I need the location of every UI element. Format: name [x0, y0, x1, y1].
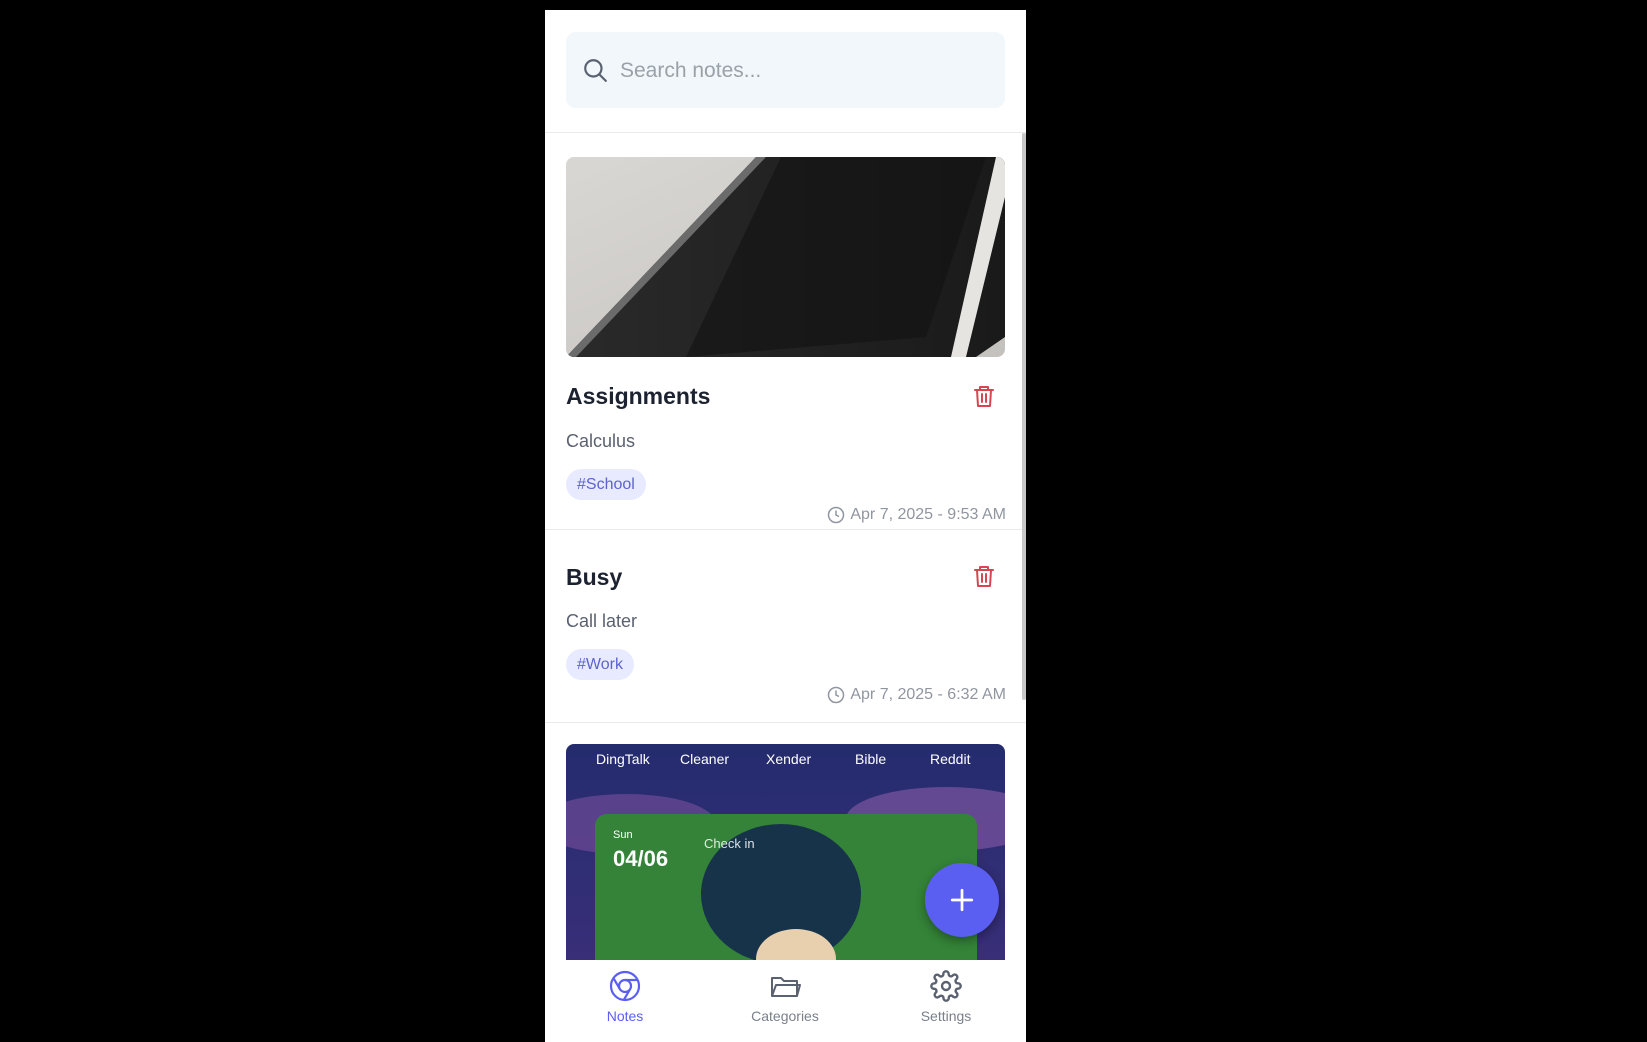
phone-screen: Assignments Calculus #School Apr 7, 2025…: [545, 10, 1026, 1042]
note-tag[interactable]: #Work: [566, 649, 634, 680]
note-title: Busy: [566, 564, 623, 590]
shot-widget-date: 04/06: [613, 846, 669, 871]
delete-icon[interactable]: [972, 564, 996, 588]
shot-widget-day: Sun: [613, 829, 633, 841]
nav-label: Settings: [920, 1008, 972, 1024]
delete-icon[interactable]: [972, 384, 996, 408]
clock-icon: [828, 506, 845, 524]
bottom-nav: Notes Categories Settings: [545, 960, 1026, 1042]
search-area: [545, 10, 1026, 133]
shot-app-label: DingTalk: [596, 751, 650, 767]
note-timestamp: Apr 7, 2025 - 6:32 AM: [827, 686, 1006, 704]
note-body: Calculus: [566, 431, 636, 451]
timestamp-text: Apr 7, 2025 - 6:32 AM: [850, 686, 1006, 703]
notes-list[interactable]: Assignments Calculus #School Apr 7, 2025…: [545, 133, 1026, 960]
note-body: Call later: [566, 611, 638, 631]
add-note-button[interactable]: [925, 863, 999, 937]
search-input[interactable]: [618, 50, 992, 92]
nav-label: Notes: [606, 1008, 644, 1024]
note-card[interactable]: Assignments Calculus #School Apr 7, 2025…: [545, 133, 1026, 530]
shot-app-label: Cleaner: [680, 751, 730, 767]
shot-app-label: Reddit: [930, 751, 971, 767]
nav-item-categories[interactable]: Categories: [725, 960, 845, 1042]
nav-label: Categories: [751, 1008, 819, 1024]
search-box[interactable]: [566, 32, 1005, 108]
folder-icon: [771, 977, 801, 997]
plus-icon: [950, 888, 974, 912]
note-card[interactable]: Busy Call later #Work Apr 7, 2025 - 6:32…: [545, 530, 1026, 723]
nav-item-settings[interactable]: Settings: [886, 960, 1006, 1042]
shot-app-label: Bible: [855, 751, 887, 767]
gear-icon: [930, 970, 962, 1002]
search-icon: [584, 59, 607, 82]
nav-item-notes[interactable]: Notes: [565, 960, 685, 1042]
note-image: [566, 157, 1005, 357]
note-timestamp: Apr 7, 2025 - 9:53 AM: [827, 506, 1006, 524]
clock-icon: [828, 686, 845, 704]
note-tag[interactable]: #School: [566, 469, 646, 500]
scrollbar[interactable]: [1022, 133, 1026, 700]
note-title: Assignments: [566, 383, 711, 409]
shot-widget-checkin: Check in: [704, 836, 755, 851]
shot-app-label: Xender: [766, 751, 812, 767]
notes-icon: [609, 970, 641, 1002]
timestamp-text: Apr 7, 2025 - 9:53 AM: [850, 506, 1006, 523]
